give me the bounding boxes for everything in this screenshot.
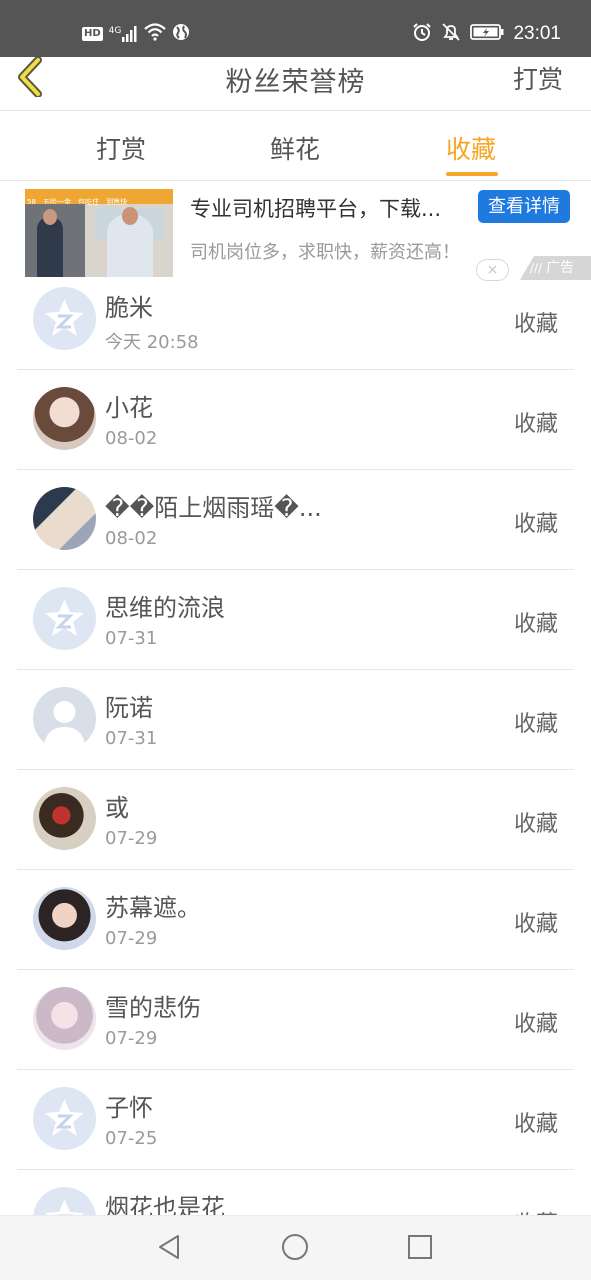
ad-description: 司机岗位多，求职快，薪资还高！	[190, 242, 460, 263]
date-label: 08-02	[105, 428, 158, 449]
person-silhouette-icon	[43, 701, 86, 750]
user-name: 思维的流浪	[105, 594, 225, 622]
tab-bar: 打赏 鲜花 收藏	[0, 112, 591, 181]
alarm-icon	[412, 22, 432, 46]
action-label: 收藏	[513, 1012, 558, 1037]
date-label: 07-25	[105, 1128, 158, 1149]
user-name: ��陌上烟雨瑶�...	[105, 494, 322, 522]
list-item[interactable]: 思维的流浪 07-31 收藏	[0, 570, 591, 670]
date-label: 07-29	[105, 928, 158, 949]
ad-image[interactable]: 58 五险一金 包吃住 到售快	[25, 189, 173, 277]
date-label: 08-02	[105, 528, 158, 549]
globe-icon	[172, 23, 190, 45]
action-label: 收藏	[513, 312, 558, 337]
list-item[interactable]: 脆米 今天 20:58 收藏	[0, 270, 591, 370]
tab-favorites[interactable]: 收藏	[421, 130, 521, 166]
nav-back-button[interactable]	[154, 1232, 184, 1262]
hd-badge: HD	[82, 27, 103, 41]
home-circle-icon	[282, 1234, 308, 1260]
list-item[interactable]: 子怀 07-25 收藏	[0, 1070, 591, 1170]
avatar[interactable]	[33, 887, 96, 950]
ad-detail-button[interactable]: 查看详情	[478, 190, 570, 223]
user-name: 或	[105, 794, 129, 822]
default-avatar-icon	[45, 1199, 84, 1215]
date-label: 07-29	[105, 828, 158, 849]
avatar[interactable]	[33, 687, 96, 750]
nav-recents-button[interactable]	[405, 1232, 435, 1262]
network-type-label: 4G	[108, 26, 122, 36]
list-item[interactable]: 烟花也是花 收藏	[0, 1170, 591, 1215]
date-label: 07-31	[105, 728, 158, 749]
action-label: 收藏	[513, 1112, 558, 1137]
fan-list: 脆米 今天 20:58 收藏 小花 08-02 收藏 ��陌上烟雨瑶�... 0…	[0, 270, 591, 1215]
avatar[interactable]	[33, 787, 96, 850]
page-title: 粉丝荣誉榜	[225, 67, 366, 98]
mute-icon	[441, 22, 461, 46]
avatar[interactable]	[33, 1187, 96, 1215]
default-avatar-icon	[45, 599, 84, 636]
ad-title[interactable]: 专业司机招聘平台，下载...	[190, 193, 480, 223]
user-name: 阮诺	[105, 694, 153, 722]
signal-icon: 4G	[109, 26, 139, 42]
back-triangle-icon	[159, 1235, 179, 1259]
default-avatar-icon	[45, 1099, 84, 1136]
wifi-icon	[144, 23, 167, 45]
status-right: 23:01	[412, 20, 561, 48]
user-name: 脆米	[105, 294, 153, 322]
action-label: 收藏	[513, 512, 558, 537]
status-bar: HD 4G 23:01	[0, 0, 591, 57]
recents-square-icon	[408, 1235, 432, 1259]
action-label: 收藏	[513, 612, 558, 637]
reward-button[interactable]: 打赏	[513, 60, 563, 96]
list-item[interactable]: 阮诺 07-31 收藏	[0, 670, 591, 770]
list-item[interactable]: 小花 08-02 收藏	[0, 370, 591, 470]
action-label: 收藏	[513, 412, 558, 437]
action-label: 收藏	[513, 812, 558, 837]
avatar[interactable]	[33, 587, 96, 650]
ad-band-text: 到售快	[106, 198, 128, 206]
ad-image-face	[122, 207, 138, 225]
list-item[interactable]: ��陌上烟雨瑶�... 08-02 收藏	[0, 470, 591, 570]
page-header: 粉丝荣誉榜 打赏	[0, 56, 591, 111]
user-name: 烟花也是花	[105, 1194, 225, 1215]
tab-reward[interactable]: 打赏	[71, 130, 171, 166]
avatar[interactable]	[33, 1087, 96, 1150]
default-avatar-icon	[45, 299, 84, 336]
user-name: 雪的悲伤	[105, 994, 201, 1022]
ad-image-driver	[37, 217, 63, 277]
date-label: 今天 20:58	[105, 332, 199, 353]
avatar[interactable]	[33, 987, 96, 1050]
list-item[interactable]: 苏幕遮。 07-29 收藏	[0, 870, 591, 970]
tab-flowers[interactable]: 鲜花	[245, 130, 345, 166]
date-label: 07-29	[105, 1028, 158, 1049]
nav-home-button[interactable]	[280, 1232, 310, 1262]
ad-banner[interactable]: 58 五险一金 包吃住 到售快 专业司机招聘平台，下载... 查看详情 司机岗位…	[0, 181, 591, 283]
user-name: 苏幕遮。	[105, 894, 201, 922]
list-item[interactable]: 雪的悲伤 07-29 收藏	[0, 970, 591, 1070]
active-tab-indicator	[446, 172, 498, 176]
date-label: 07-31	[105, 628, 158, 649]
ad-image-face	[43, 209, 57, 225]
user-name: 小花	[105, 394, 153, 422]
battery-icon	[470, 23, 504, 45]
action-label: 收藏	[514, 1206, 558, 1215]
user-name: 子怀	[105, 1094, 153, 1122]
list-item[interactable]: 或 07-29 收藏	[0, 770, 591, 870]
action-label: 收藏	[513, 912, 558, 937]
avatar[interactable]	[33, 287, 96, 350]
avatar[interactable]	[33, 387, 96, 450]
avatar[interactable]	[33, 487, 96, 550]
system-nav-bar	[0, 1215, 591, 1280]
ad-image-band: 58 五险一金 包吃住 到售快	[25, 189, 173, 206]
clock-time: 23:01	[513, 23, 561, 44]
action-label: 收藏	[513, 712, 558, 737]
status-left: HD 4G	[82, 22, 190, 46]
